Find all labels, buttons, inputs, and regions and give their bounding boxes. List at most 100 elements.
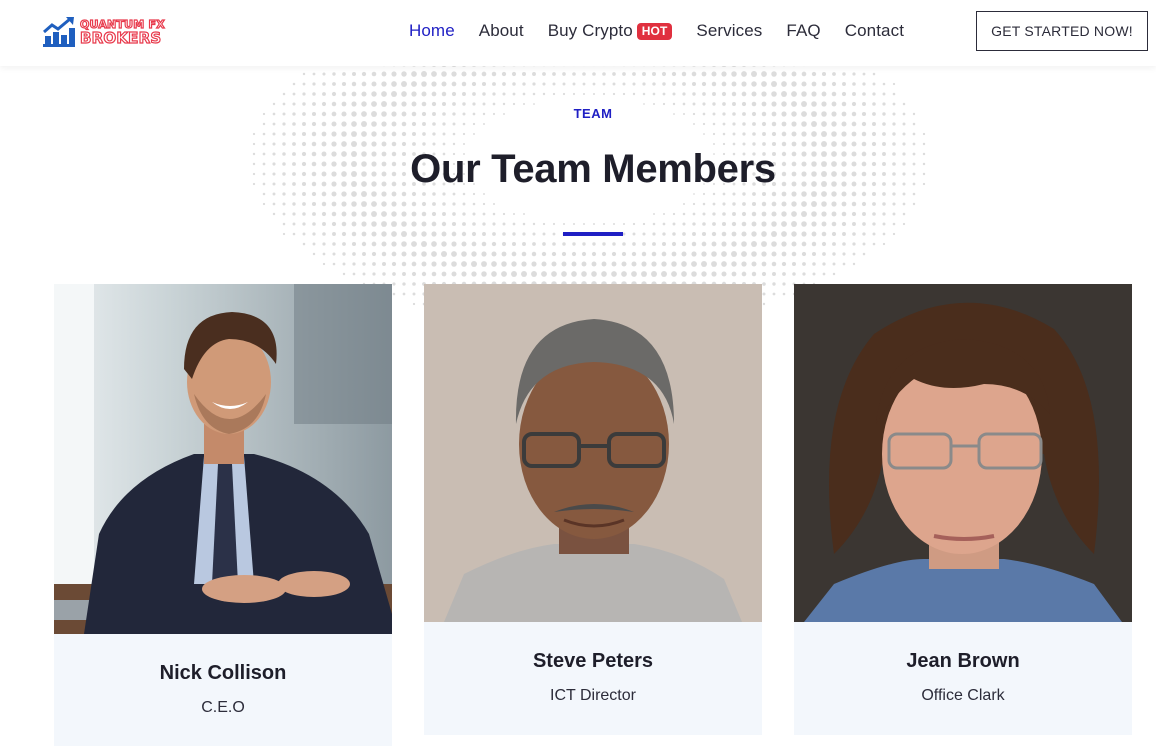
halftone-dot bbox=[842, 82, 846, 86]
halftone-dot bbox=[592, 242, 596, 246]
halftone-dot bbox=[601, 271, 607, 277]
halftone-dot bbox=[583, 223, 585, 225]
nav-services[interactable]: Services bbox=[696, 21, 762, 41]
halftone-dot bbox=[761, 91, 767, 97]
halftone-dot bbox=[682, 232, 686, 236]
halftone-dot bbox=[431, 81, 437, 87]
halftone-dot bbox=[821, 71, 827, 77]
halftone-dot bbox=[332, 252, 336, 256]
halftone-dot bbox=[542, 82, 546, 86]
halftone-dot bbox=[381, 251, 387, 257]
halftone-dot bbox=[851, 131, 857, 137]
halftone-dot bbox=[791, 131, 797, 137]
halftone-dot bbox=[391, 231, 397, 237]
halftone-dot bbox=[861, 141, 867, 147]
halftone-dot bbox=[523, 213, 525, 215]
halftone-dot bbox=[812, 252, 816, 256]
halftone-dot bbox=[872, 222, 876, 226]
nav-contact[interactable]: Contact bbox=[845, 21, 904, 41]
halftone-dot bbox=[711, 251, 717, 257]
halftone-dot bbox=[512, 232, 516, 236]
halftone-dot bbox=[712, 122, 716, 126]
halftone-dot bbox=[632, 72, 636, 76]
halftone-dot bbox=[741, 71, 747, 77]
halftone-dot bbox=[322, 262, 326, 266]
halftone-dot bbox=[492, 92, 496, 96]
halftone-dot bbox=[861, 121, 867, 127]
halftone-dot bbox=[402, 292, 406, 296]
halftone-dot bbox=[751, 201, 757, 207]
halftone-dot bbox=[703, 133, 705, 135]
brand-logo[interactable]: QUANTUM FX BROKERS bbox=[42, 15, 182, 49]
halftone-dot bbox=[731, 81, 737, 87]
title-divider bbox=[563, 232, 623, 236]
halftone-dot bbox=[641, 271, 647, 277]
halftone-dot bbox=[652, 222, 656, 226]
halftone-dot bbox=[411, 121, 417, 127]
halftone-dot bbox=[292, 92, 296, 96]
halftone-dot bbox=[722, 142, 726, 146]
team-info-jean: Jean Brown Office Clark bbox=[794, 622, 1132, 735]
halftone-dot bbox=[541, 261, 547, 267]
halftone-dot bbox=[411, 221, 417, 227]
halftone-dot bbox=[882, 192, 886, 196]
halftone-dot bbox=[462, 192, 466, 196]
halftone-dot bbox=[632, 82, 636, 86]
halftone-dot bbox=[821, 211, 827, 217]
nav-about[interactable]: About bbox=[479, 21, 524, 41]
halftone-dot bbox=[401, 201, 407, 207]
section-eyebrow: TEAM bbox=[573, 106, 613, 121]
halftone-dot bbox=[371, 91, 377, 97]
halftone-dot bbox=[311, 121, 317, 127]
halftone-dot bbox=[761, 81, 767, 87]
halftone-dot bbox=[372, 262, 376, 266]
halftone-dot bbox=[542, 92, 546, 96]
halftone-dot bbox=[492, 222, 496, 226]
halftone-dot bbox=[502, 222, 506, 226]
halftone-dot bbox=[772, 272, 776, 276]
nav-buy-crypto[interactable]: Buy Crypto HOT bbox=[548, 21, 673, 41]
halftone-dot bbox=[642, 242, 646, 246]
halftone-dot bbox=[262, 192, 266, 196]
halftone-dot bbox=[322, 92, 326, 96]
halftone-dot bbox=[761, 221, 767, 227]
nav-home[interactable]: Home bbox=[409, 21, 455, 41]
team-member-name: Steve Peters bbox=[532, 650, 654, 672]
halftone-dot bbox=[562, 82, 566, 86]
halftone-dot bbox=[831, 141, 837, 147]
team-card-nick[interactable]: Nick Collison C.E.O bbox=[54, 284, 392, 746]
halftone-dot bbox=[882, 242, 886, 246]
halftone-dot bbox=[282, 212, 286, 216]
halftone-dot bbox=[792, 272, 796, 276]
halftone-dot bbox=[391, 71, 397, 77]
halftone-dot bbox=[302, 192, 306, 196]
halftone-dot bbox=[571, 261, 577, 267]
halftone-dot bbox=[361, 131, 367, 137]
team-card-jean[interactable]: Jean Brown Office Clark bbox=[794, 284, 1132, 735]
halftone-dot bbox=[602, 242, 606, 246]
halftone-dot bbox=[502, 82, 506, 86]
halftone-dot bbox=[922, 132, 926, 136]
halftone-dot bbox=[801, 81, 807, 87]
halftone-dot bbox=[801, 71, 807, 77]
halftone-dot bbox=[832, 72, 836, 76]
team-card-steve[interactable]: Steve Peters ICT Director bbox=[424, 284, 762, 735]
halftone-dot bbox=[672, 102, 676, 106]
get-started-button[interactable]: GET STARTED NOW! bbox=[976, 11, 1148, 51]
nav-faq[interactable]: FAQ bbox=[786, 21, 820, 41]
halftone-dot bbox=[472, 122, 476, 126]
halftone-dot bbox=[571, 271, 577, 277]
halftone-dot bbox=[612, 242, 616, 246]
halftone-dot bbox=[591, 271, 597, 277]
team-info-nick: Nick Collison C.E.O bbox=[54, 634, 392, 746]
halftone-dot bbox=[902, 122, 906, 126]
halftone-dot bbox=[852, 262, 856, 266]
halftone-dot bbox=[892, 142, 896, 146]
halftone-dot bbox=[432, 192, 436, 196]
halftone-dot bbox=[341, 221, 347, 227]
halftone-dot bbox=[641, 251, 647, 257]
halftone-dot bbox=[811, 241, 817, 247]
halftone-dot bbox=[922, 142, 926, 146]
halftone-dot bbox=[752, 142, 756, 146]
halftone-dot bbox=[821, 131, 827, 137]
